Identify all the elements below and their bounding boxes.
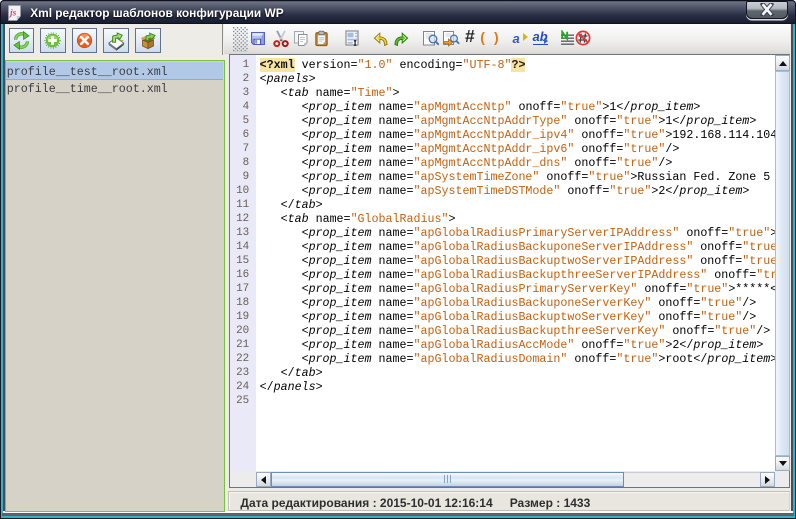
svg-text:js: js	[8, 8, 17, 18]
